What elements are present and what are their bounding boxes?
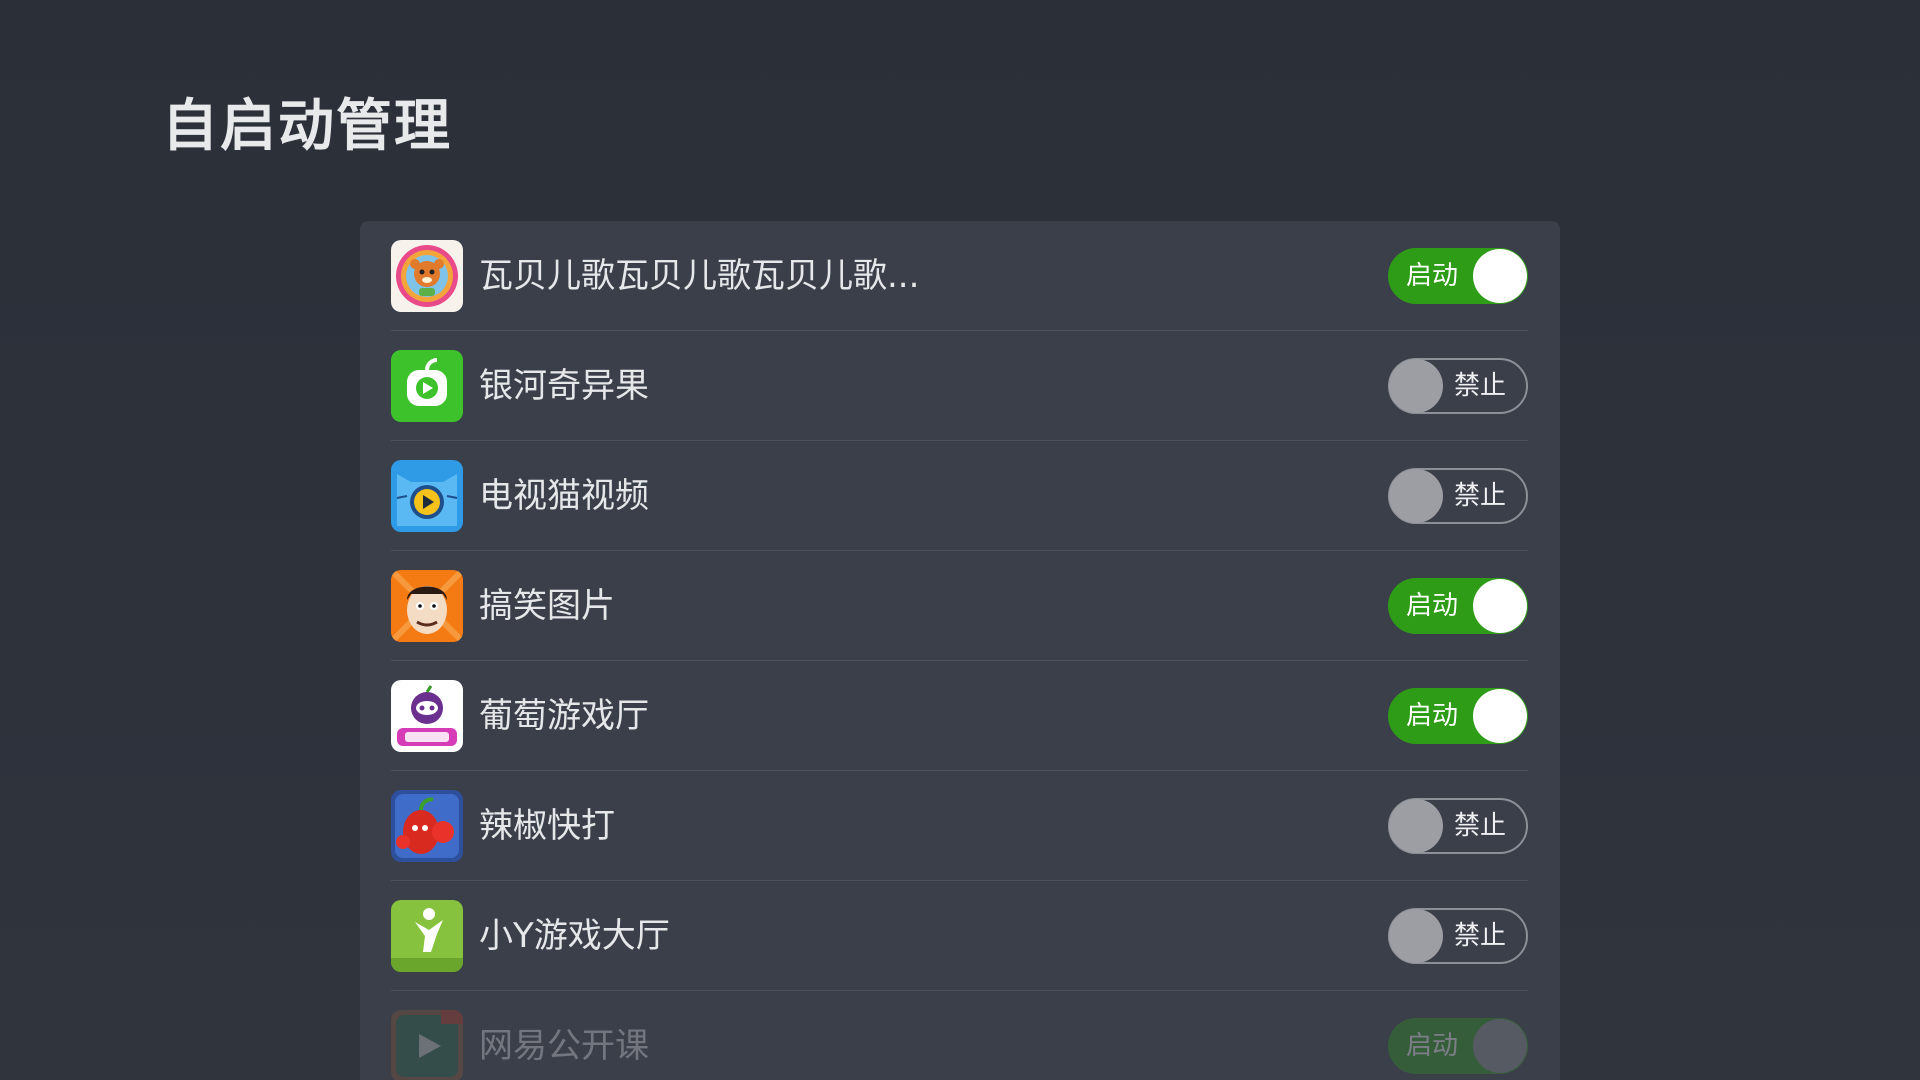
list-item: 葡萄游戏厅 启动 <box>391 661 1528 771</box>
toggle-knob <box>1389 469 1443 523</box>
toggle-knob <box>1473 689 1527 743</box>
autostart-toggle[interactable]: 禁止 <box>1388 798 1528 854</box>
wabei-kids-songs-icon <box>391 240 463 312</box>
autostart-toggle[interactable]: 启动 <box>1388 248 1528 304</box>
list-item: 小Y游戏大厅 禁止 <box>391 881 1528 991</box>
app-list-panel: 瓦贝儿歌瓦贝儿歌瓦贝儿歌... 启动 银河奇异果 禁止 电视猫视频 禁止 搞笑图… <box>360 221 1560 1080</box>
netease-open-course-icon <box>391 1010 463 1080</box>
toggle-state-label: 启动 <box>1406 591 1459 621</box>
list-item: 银河奇异果 禁止 <box>391 331 1528 441</box>
autostart-toggle[interactable]: 启动 <box>1388 688 1528 744</box>
list-item: 网易公开课 启动 <box>391 991 1528 1080</box>
toggle-state-label: 启动 <box>1406 261 1459 291</box>
toggle-knob <box>1473 1019 1527 1073</box>
toggle-state-label: 启动 <box>1406 701 1459 731</box>
toggle-state-label: 禁止 <box>1453 921 1506 951</box>
toggle-state-label: 禁止 <box>1453 481 1506 511</box>
app-name: 银河奇异果 <box>479 366 649 406</box>
list-item: 搞笑图片 启动 <box>391 551 1528 661</box>
app-name: 搞笑图片 <box>479 586 615 626</box>
autostart-toggle[interactable]: 启动 <box>1388 1018 1528 1074</box>
app-name: 瓦贝儿歌瓦贝儿歌瓦贝儿歌... <box>479 256 920 296</box>
app-name: 电视猫视频 <box>479 476 649 516</box>
page-title: 自启动管理 <box>162 94 452 159</box>
autostart-toggle[interactable]: 禁止 <box>1388 908 1528 964</box>
autostart-toggle[interactable]: 禁止 <box>1388 358 1528 414</box>
grape-game-hall-icon <box>391 680 463 752</box>
app-list: 瓦贝儿歌瓦贝儿歌瓦贝儿歌... 启动 银河奇异果 禁止 电视猫视频 禁止 搞笑图… <box>391 221 1528 1080</box>
toggle-state-label: 启动 <box>1406 1031 1459 1061</box>
yinhe-kiwi-icon <box>391 350 463 422</box>
funny-pictures-icon <box>391 570 463 642</box>
toggle-knob <box>1389 359 1443 413</box>
app-name: 小Y游戏大厅 <box>479 916 670 956</box>
app-name: 辣椒快打 <box>479 806 615 846</box>
app-name: 网易公开课 <box>479 1026 649 1066</box>
autostart-toggle[interactable]: 禁止 <box>1388 468 1528 524</box>
toggle-knob <box>1473 579 1527 633</box>
toggle-knob <box>1473 249 1527 303</box>
toggle-state-label: 禁止 <box>1453 371 1506 401</box>
tv-cat-video-icon <box>391 460 463 532</box>
list-item: 瓦贝儿歌瓦贝儿歌瓦贝儿歌... 启动 <box>391 221 1528 331</box>
toggle-knob <box>1389 799 1443 853</box>
autostart-toggle[interactable]: 启动 <box>1388 578 1528 634</box>
xiaoy-game-hall-icon <box>391 900 463 972</box>
list-item: 辣椒快打 禁止 <box>391 771 1528 881</box>
app-name: 葡萄游戏厅 <box>479 696 649 736</box>
screen: 自启动管理 瓦贝儿歌瓦贝儿歌瓦贝儿歌... 启动 银河奇异果 禁止 电视猫视频 … <box>0 0 1920 1080</box>
toggle-knob <box>1389 909 1443 963</box>
list-item: 电视猫视频 禁止 <box>391 441 1528 551</box>
chili-fighter-icon <box>391 790 463 862</box>
toggle-state-label: 禁止 <box>1453 811 1506 841</box>
